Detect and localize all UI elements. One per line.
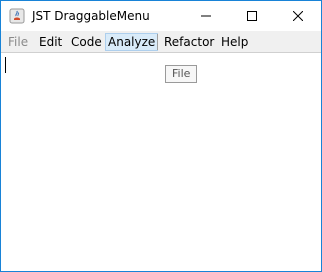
minimize-icon xyxy=(201,15,211,17)
menu-bar: File Edit Code Analyze Refactor Help xyxy=(1,31,321,53)
menu-file[interactable]: File xyxy=(6,33,30,51)
menu-edit[interactable]: Edit xyxy=(37,33,64,51)
dragged-menu-preview: File xyxy=(165,65,198,83)
app-window: JST DraggableMenu File Edit Code Analyze… xyxy=(0,0,322,272)
close-button[interactable] xyxy=(275,1,321,31)
minimize-button[interactable] xyxy=(183,1,229,31)
menu-help[interactable]: Help xyxy=(219,33,250,51)
title-bar[interactable]: JST DraggableMenu xyxy=(1,1,321,31)
maximize-button[interactable] xyxy=(229,1,275,31)
menu-code[interactable]: Code xyxy=(69,33,104,51)
text-caret xyxy=(5,57,6,73)
menu-analyze[interactable]: Analyze xyxy=(105,33,159,51)
window-title: JST DraggableMenu xyxy=(32,9,150,23)
menu-separator xyxy=(157,34,158,50)
menu-refactor[interactable]: Refactor xyxy=(162,33,216,51)
maximize-icon xyxy=(247,11,257,21)
close-icon xyxy=(293,11,303,21)
text-editor-area[interactable]: File xyxy=(1,53,321,271)
java-app-icon xyxy=(9,8,25,24)
